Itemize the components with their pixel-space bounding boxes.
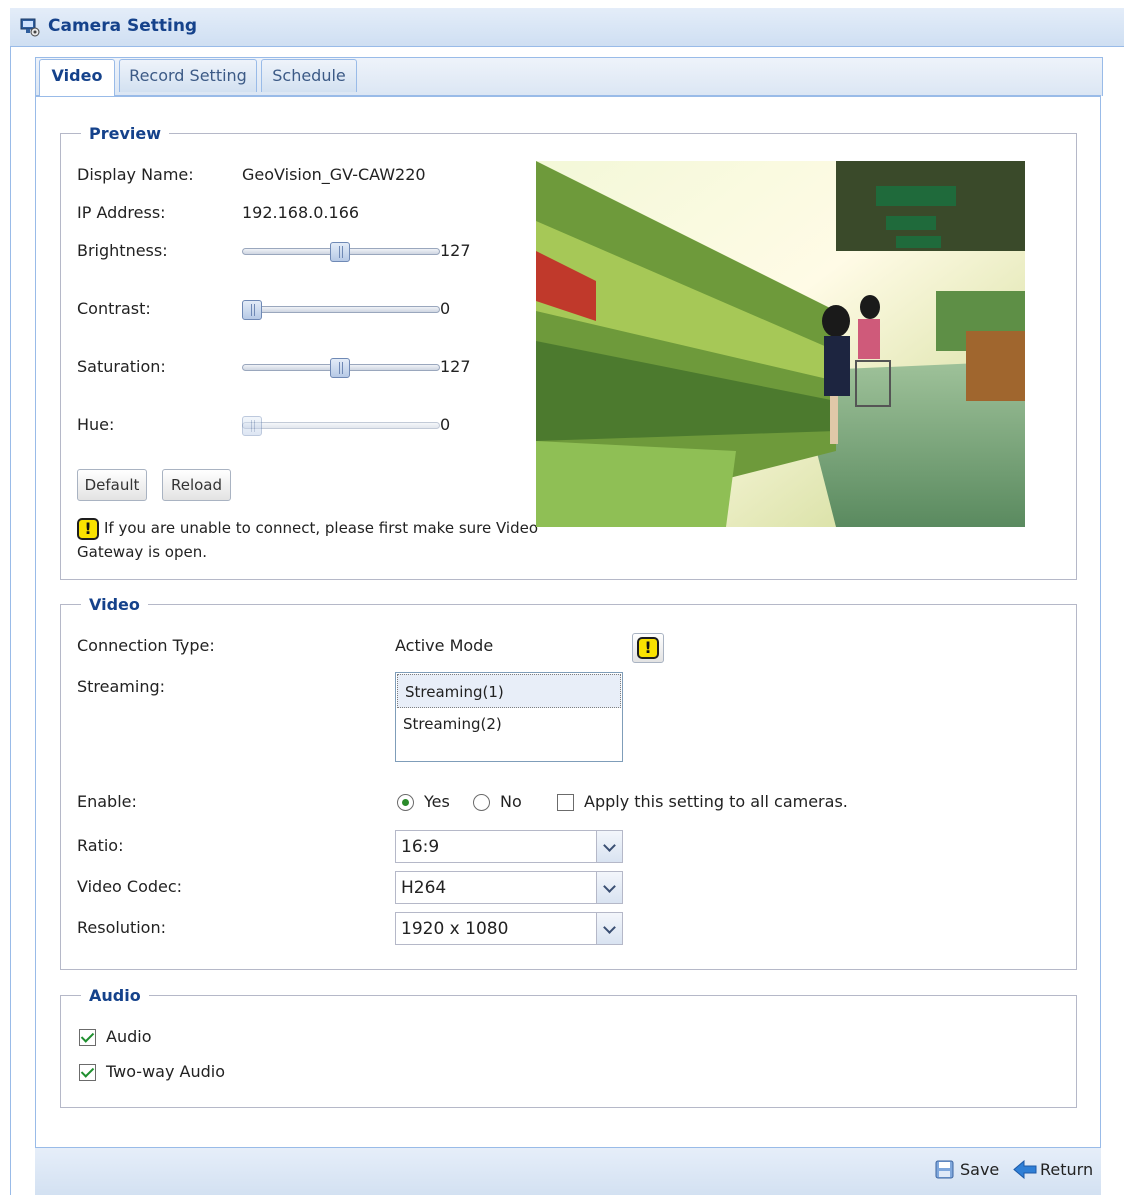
hue-slider-thumb[interactable] xyxy=(242,416,262,436)
streaming-option-1: Streaming(1) xyxy=(405,683,504,701)
enable-no-label: No xyxy=(500,792,522,811)
audio-checkbox[interactable] xyxy=(79,1029,96,1046)
enable-label: Enable: xyxy=(77,792,137,811)
resolution-value: 1920 x 1080 xyxy=(401,919,509,939)
window-title: Camera Setting xyxy=(48,16,198,36)
audio-legend: Audio xyxy=(89,986,141,1005)
contrast-slider-thumb[interactable] xyxy=(242,300,262,320)
save-button[interactable]: Save xyxy=(934,1158,1000,1182)
chevron-down-icon[interactable] xyxy=(596,831,622,862)
brightness-label: Brightness: xyxy=(77,241,168,260)
enable-no-radio[interactable] xyxy=(473,794,490,811)
tab-record-setting[interactable]: Record Setting xyxy=(119,59,257,92)
display-name-label: Display Name: xyxy=(77,165,194,184)
brightness-slider-thumb[interactable] xyxy=(330,242,350,262)
chevron-down-icon[interactable] xyxy=(596,872,622,903)
back-arrow-icon xyxy=(1013,1160,1037,1179)
saturation-value: 127 xyxy=(440,357,471,376)
video-codec-value: H264 xyxy=(401,878,447,898)
connection-type-value: Active Mode xyxy=(395,636,494,655)
preview-legend: Preview xyxy=(89,124,162,143)
streaming-option-2: Streaming(2) xyxy=(403,715,502,733)
streaming-label: Streaming: xyxy=(77,677,166,696)
warning-icon: ! xyxy=(77,518,99,540)
return-button[interactable]: Return xyxy=(1013,1158,1094,1182)
default-button[interactable]: Default xyxy=(77,469,147,501)
display-name-value: GeoVision_GV-CAW220 xyxy=(242,165,426,184)
warning-text-line1: If you are unable to connect, please fir… xyxy=(104,519,539,537)
apply-all-label: Apply this setting to all cameras. xyxy=(584,792,848,811)
video-codec-select[interactable]: H264 xyxy=(395,871,623,904)
chevron-down-icon[interactable] xyxy=(596,913,622,944)
ip-address-value: 192.168.0.166 xyxy=(242,203,360,222)
list-item[interactable]: Streaming(2) xyxy=(397,710,621,740)
warning-text-line2: Gateway is open. xyxy=(77,543,207,561)
hue-slider-track[interactable] xyxy=(242,422,440,429)
return-label: Return xyxy=(1040,1160,1094,1179)
saturation-label: Saturation: xyxy=(77,357,166,376)
enable-yes-radio[interactable] xyxy=(397,794,414,811)
hue-label: Hue: xyxy=(77,415,115,434)
ratio-label: Ratio: xyxy=(77,836,124,855)
audio-label: Audio xyxy=(106,1027,152,1046)
contrast-value: 0 xyxy=(440,299,451,318)
camera-preview-image xyxy=(536,161,1025,527)
connection-type-label: Connection Type: xyxy=(77,636,215,655)
video-codec-label: Video Codec: xyxy=(77,877,183,896)
saturation-slider-thumb[interactable] xyxy=(330,358,350,378)
video-legend: Video xyxy=(89,595,140,614)
resolution-select[interactable]: 1920 x 1080 xyxy=(395,912,623,945)
apply-all-checkbox[interactable] xyxy=(557,794,574,811)
audio-fieldset: Audio xyxy=(60,986,1077,1108)
contrast-slider-track[interactable] xyxy=(242,306,440,313)
contrast-label: Contrast: xyxy=(77,299,151,318)
streaming-listbox[interactable]: Streaming(1) Streaming(2) xyxy=(395,672,623,762)
warning-icon: ! xyxy=(637,637,659,659)
resolution-label: Resolution: xyxy=(77,918,166,937)
camera-settings-icon xyxy=(20,18,40,37)
tab-video[interactable]: Video xyxy=(39,59,115,96)
connection-info-button[interactable]: ! xyxy=(632,633,664,663)
two-way-audio-checkbox[interactable] xyxy=(79,1064,96,1081)
two-way-audio-label: Two-way Audio xyxy=(106,1062,225,1081)
reload-button[interactable]: Reload xyxy=(162,469,231,501)
ratio-value: 16:9 xyxy=(401,837,440,857)
save-label: Save xyxy=(960,1160,1000,1179)
hue-value: 0 xyxy=(440,415,451,434)
list-item[interactable]: Streaming(1) xyxy=(397,674,621,708)
tab-schedule[interactable]: Schedule xyxy=(261,59,357,92)
enable-yes-label: Yes xyxy=(424,792,450,811)
brightness-value: 127 xyxy=(440,241,471,260)
ip-address-label: IP Address: xyxy=(77,203,166,222)
save-icon xyxy=(935,1160,954,1179)
ratio-select[interactable]: 16:9 xyxy=(395,830,623,863)
